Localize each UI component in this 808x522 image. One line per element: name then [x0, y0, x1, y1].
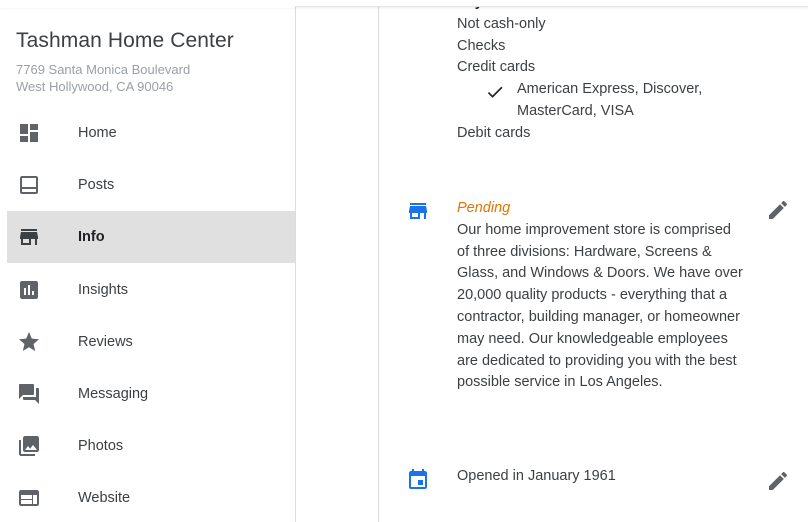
nav-item-photos[interactable]: Photos [7, 420, 295, 472]
edit-opening-date-button[interactable] [766, 469, 790, 493]
nav-item-info[interactable]: Info [7, 211, 295, 263]
nav-label: Messaging [78, 386, 149, 402]
pencil-icon [769, 200, 788, 219]
opening-date: Opened in January 1961 [457, 468, 616, 484]
top-app-bar-edge [0, 0, 808, 8]
sidebar: Tashman Home Center 7769 Santa Monica Bo… [0, 0, 296, 522]
nav-label: Website [78, 490, 131, 506]
pending-status: Pending [457, 200, 511, 216]
check-icon [485, 82, 505, 102]
content-gutter [296, 0, 379, 522]
calendar-icon [406, 468, 430, 492]
store-icon [17, 225, 41, 249]
payment-item: Not cash-only [457, 15, 546, 32]
payment-item: Credit cards [457, 59, 536, 76]
payment-item: Checks [457, 37, 506, 54]
nav-label: Photos [78, 438, 124, 454]
nav-item-website[interactable]: Website [7, 472, 295, 522]
star-icon [17, 330, 41, 354]
nav-label: Posts [78, 177, 115, 193]
nav-item-insights[interactable]: Insights [7, 264, 295, 316]
info-content[interactable]: Payments Not cash-only Checks Credit car… [380, 0, 808, 522]
business-address: 7769 Santa Monica Boulevard West Hollywo… [16, 61, 190, 95]
edit-description-button[interactable] [766, 198, 790, 222]
nav-item-reviews[interactable]: Reviews [7, 316, 295, 368]
address-line-2: West Hollywood, CA 90046 [16, 79, 174, 94]
address-line-1: 7769 Santa Monica Boulevard [16, 62, 191, 77]
posts-icon [17, 173, 41, 197]
description-section: Pending Our home improvement store is co… [457, 198, 747, 394]
credit-cards-detail-line-1: American Express, Discover, [517, 81, 703, 98]
payment-item: Debit cards [457, 124, 531, 141]
pencil-icon [769, 471, 788, 490]
website-icon [17, 486, 41, 510]
nav-item-messaging[interactable]: Messaging [7, 368, 295, 420]
insights-icon [17, 278, 41, 302]
nav-label: Reviews [78, 334, 133, 350]
business-description: Our home improvement store is comprised … [457, 221, 743, 391]
nav-label: Insights [78, 282, 128, 298]
business-name: Tashman Home Center [16, 29, 234, 52]
messaging-icon [17, 382, 41, 406]
credit-cards-detail-line-2: MasterCard, VISA [517, 102, 634, 119]
dashboard-icon [17, 121, 41, 145]
nav-label: Home [78, 125, 117, 141]
nav-item-posts[interactable]: Posts [7, 159, 295, 211]
credit-cards-detail: American Express, Discover, MasterCard, … [457, 79, 702, 123]
nav-item-home[interactable]: Home [7, 107, 295, 159]
payments-section: Payments Not cash-only Checks Credit car… [457, 0, 702, 145]
store-icon [406, 199, 430, 223]
nav-label: Info [78, 229, 105, 245]
photos-icon [17, 434, 41, 458]
